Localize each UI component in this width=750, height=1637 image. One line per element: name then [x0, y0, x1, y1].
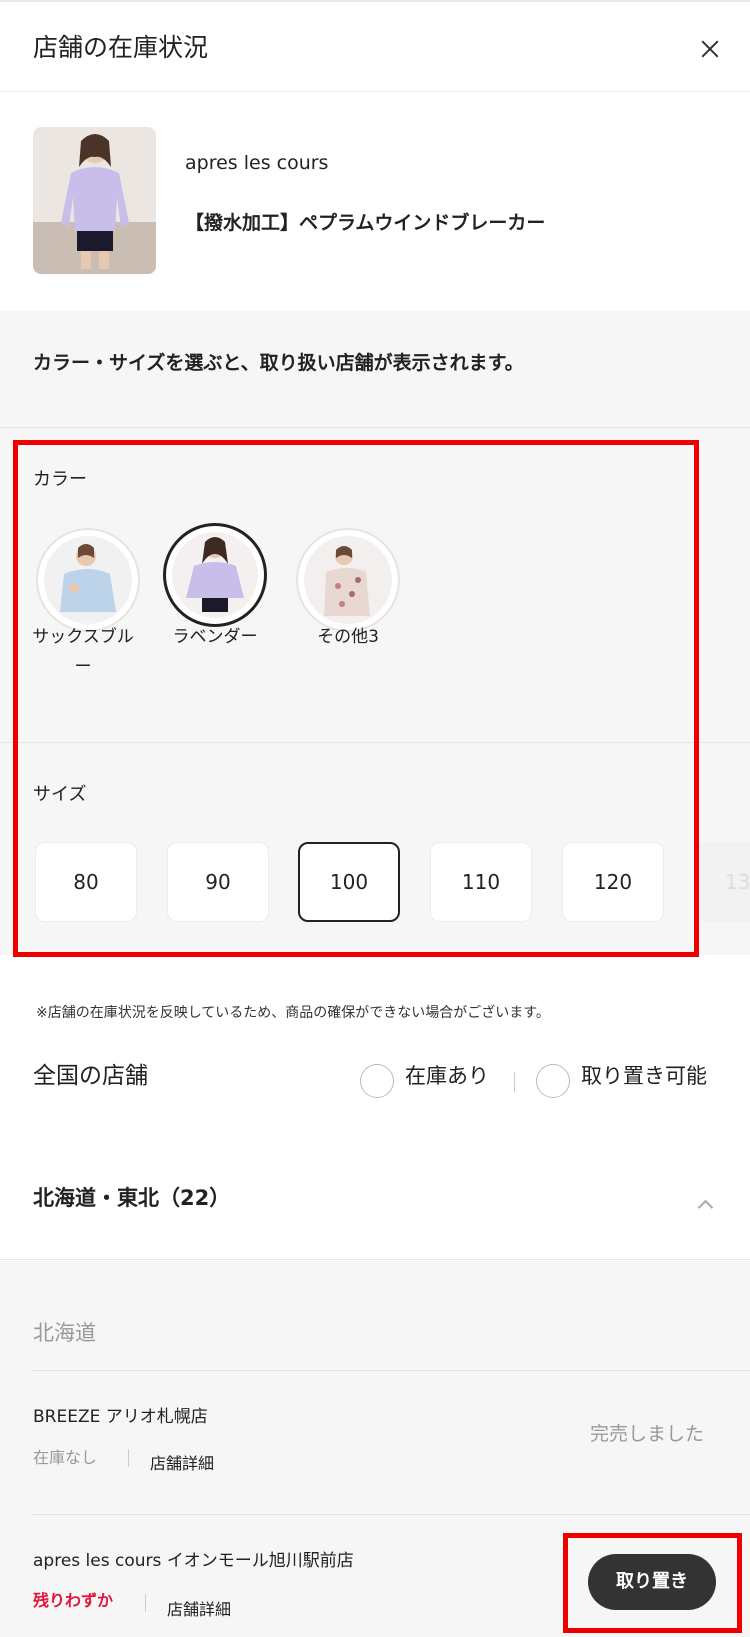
size-option-90[interactable]: 90	[167, 842, 269, 922]
stock-status-low: 残りわずか	[33, 1591, 114, 1610]
color-name-sax-blue: サックスブルー	[32, 627, 134, 677]
size-option-130[interactable]: 13	[694, 842, 750, 922]
divider	[33, 1370, 750, 1371]
product-summary: apres les cours 【撥水加工】ペプラムウインドブレーカー	[0, 92, 750, 310]
store-detail-link[interactable]: 店舗詳細	[167, 1596, 231, 1620]
region-title: 北海道・東北（22）	[33, 1186, 231, 1210]
stock-note: ※店舗の在庫状況を反映しているため、商品の確保ができない場合がございます。	[36, 1005, 550, 1021]
size-option-120[interactable]: 120	[562, 842, 664, 922]
size-option-110[interactable]: 110	[430, 842, 532, 922]
chevron-up-icon	[697, 1199, 714, 1216]
product-name: 【撥水加工】ペプラムウインドブレーカー	[185, 212, 546, 234]
divider	[514, 1072, 515, 1092]
color-label: カラー	[33, 469, 87, 490]
color-swatch-other[interactable]	[296, 528, 400, 632]
color-swatch-sax-blue[interactable]	[36, 528, 140, 632]
color-name-other: その他3	[317, 627, 379, 647]
divider	[0, 742, 750, 743]
brand-name: apres les cours	[185, 152, 329, 174]
divider	[145, 1594, 146, 1612]
store-list: 北海道 BREEZE アリオ札幌店 在庫なし 店舗詳細 完売しました apres…	[0, 1261, 750, 1637]
hold-button[interactable]: 取り置き	[588, 1554, 716, 1610]
divider	[128, 1449, 129, 1467]
product-thumbnail	[33, 127, 156, 274]
store-name: BREEZE アリオ札幌店	[33, 1407, 208, 1427]
filter-in-stock-radio[interactable]	[360, 1064, 394, 1098]
store-name: apres les cours イオンモール旭川駅前店	[33, 1551, 354, 1571]
selection-hint: カラー・サイズを選ぶと、取り扱い店舗が表示されます。	[33, 352, 524, 374]
modal-header: 店舗の在庫状況	[0, 0, 750, 92]
close-icon[interactable]	[697, 38, 723, 64]
soldout-label: 完売しました	[590, 1423, 705, 1445]
filter-hold-available-label[interactable]: 取り置き可能	[581, 1060, 707, 1090]
stores-title: 全国の店舗	[33, 1063, 148, 1089]
size-option-100[interactable]: 100	[298, 842, 400, 922]
divider	[33, 1514, 750, 1515]
divider	[0, 427, 750, 428]
filter-hold-available-radio[interactable]	[536, 1064, 570, 1098]
color-swatch-lavender[interactable]	[163, 523, 267, 627]
size-label: サイズ	[33, 784, 87, 805]
size-option-80[interactable]: 80	[35, 842, 137, 922]
filter-in-stock-label[interactable]: 在庫あり	[405, 1060, 489, 1090]
stock-status-none: 在庫なし	[33, 1448, 98, 1467]
color-name-lavender: ラベンダー	[172, 627, 258, 647]
region-accordion-header[interactable]: 北海道・東北（22）	[0, 1140, 750, 1260]
modal-title: 店舗の在庫状況	[33, 33, 209, 62]
store-detail-link[interactable]: 店舗詳細	[150, 1450, 214, 1474]
prefecture-title: 北海道	[33, 1321, 96, 1345]
selection-panel: カラー・サイズを選ぶと、取り扱い店舗が表示されます。 カラー サックスブルー ラ…	[0, 310, 750, 955]
